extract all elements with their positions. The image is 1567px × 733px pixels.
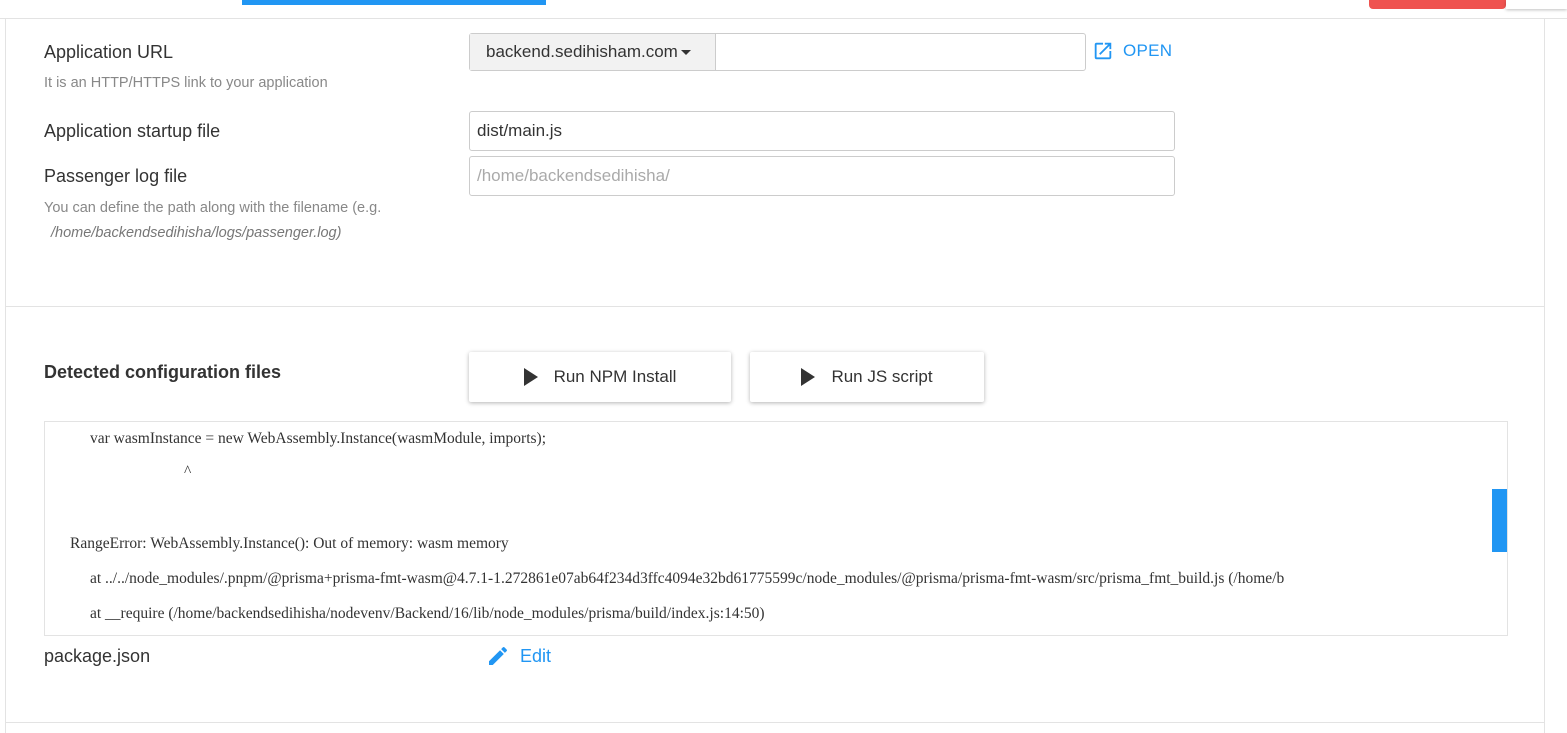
edit-package-json-link[interactable]: Edit — [486, 644, 551, 668]
log-file-hint: You can define the path along with the f… — [44, 200, 382, 216]
console-line: at __require (/home/backendsedihisha/nod… — [90, 605, 765, 622]
run-npm-install-label: Run NPM Install — [553, 367, 677, 386]
run-js-script-label: Run JS script — [831, 367, 933, 386]
delete-button[interactable] — [1369, 0, 1506, 9]
run-js-script-button[interactable]: Run JS script — [750, 352, 984, 402]
open-app-link[interactable]: OPEN — [1092, 40, 1172, 62]
open-link-label: OPEN — [1123, 41, 1173, 60]
console-line: var wasmInstance = new WebAssembly.Insta… — [90, 430, 547, 447]
domain-select[interactable]: backend.sedihisham.com — [470, 34, 716, 70]
save-button[interactable] — [1506, 0, 1567, 9]
console-scrollbar-thumb[interactable] — [1492, 489, 1507, 552]
play-icon — [801, 368, 816, 386]
log-file-label: Passenger log file — [44, 166, 188, 186]
app-url-label: Application URL — [44, 42, 174, 62]
console-line: RangeError: WebAssembly.Instance(): Out … — [70, 535, 509, 552]
app-url-hint: It is an HTTP/HTTPS link to your applica… — [44, 75, 328, 91]
package-json-label: package.json — [44, 646, 151, 666]
pencil-icon — [489, 646, 508, 665]
caret-down-icon — [680, 49, 691, 55]
run-npm-install-button[interactable]: Run NPM Install — [469, 352, 731, 402]
startup-file-label: Application startup file — [44, 121, 221, 141]
play-icon — [523, 368, 538, 386]
section-divider — [5, 306, 1545, 307]
config-files-heading: Detected configuration files — [44, 362, 282, 382]
domain-select-value: backend.sedihisham.com — [486, 42, 678, 61]
startup-file-input[interactable] — [469, 111, 1175, 151]
console-output[interactable]: var wasmInstance = new WebAssembly.Insta… — [44, 421, 1508, 636]
log-file-hint-example: /home/backendsedihisha/logs/passenger.lo… — [51, 225, 342, 241]
active-tab-indicator — [242, 0, 546, 5]
log-file-input[interactable] — [469, 156, 1175, 196]
console-line: ^ — [184, 463, 192, 480]
section-divider — [5, 722, 1545, 723]
edit-label: Edit — [520, 645, 552, 666]
app-settings-page: Application URL It is an HTTP/HTTPS link… — [0, 0, 1567, 733]
app-url-group: backend.sedihisham.com — [469, 33, 1086, 71]
open-in-new-icon — [1094, 42, 1112, 60]
url-path-input[interactable] — [716, 34, 1085, 70]
console-line: at ../../node_modules/.pnpm/@prisma+pris… — [90, 570, 1285, 587]
